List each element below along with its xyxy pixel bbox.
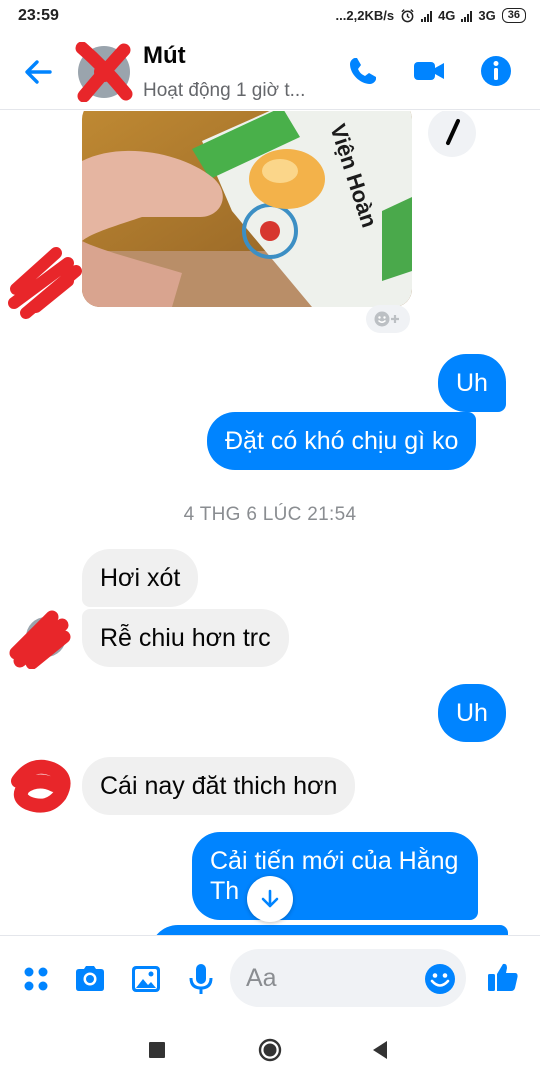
video-camera-icon[interactable] (412, 54, 446, 88)
add-reaction-icon (374, 311, 399, 327)
message-list[interactable]: Viện Hoàn Uh Đặt có khó chịu gì ko 4 THG… (0, 111, 540, 935)
recent-apps-icon[interactable] (142, 1035, 172, 1065)
message-bubble-incoming[interactable]: Rễ chiu hơn trc (82, 609, 289, 667)
network-type-2: 3G (478, 8, 496, 23)
status-time: 23:59 (18, 7, 59, 24)
back-arrow-icon[interactable] (20, 54, 56, 90)
gallery-icon[interactable] (129, 962, 163, 996)
signal-icon (421, 10, 433, 22)
menu-dots-icon[interactable] (19, 962, 53, 996)
emoji-icon[interactable] (424, 963, 456, 995)
redaction-scribble (9, 610, 71, 669)
presence-status: Hoạt động 1 giờ t... (143, 80, 306, 101)
add-reaction-button[interactable] (366, 305, 410, 333)
photo-message[interactable]: Viện Hoàn (82, 111, 412, 307)
status-bar: 23:59 ...2,2KB/s 4G 3G 36 (0, 0, 540, 34)
arrow-down-icon (261, 889, 279, 908)
conversation-header: Mút Hoạt động 1 giờ t... (0, 34, 540, 110)
redaction-scribble (8, 247, 82, 319)
microphone-icon[interactable] (184, 962, 218, 996)
message-bubble-outgoing-partial[interactable] (150, 925, 508, 935)
network-speed: ...2,2KB/s (335, 8, 395, 23)
edit-photo-button[interactable] (428, 111, 476, 157)
contact-name[interactable]: Mút (143, 42, 186, 70)
network-type-1: 4G (438, 8, 456, 23)
scroll-to-bottom-button[interactable] (247, 876, 293, 922)
alarm-icon (401, 9, 414, 23)
message-bubble-incoming[interactable]: Cái nay đăt thich hơn (82, 757, 356, 815)
timestamp-divider: 4 THG 6 LÚC 21:54 (183, 504, 357, 525)
message-bubble-outgoing[interactable]: Cải tiến mới của Hằng Th (192, 832, 479, 920)
message-composer (0, 935, 540, 1021)
status-indicators: ...2,2KB/s 4G 3G 36 (336, 8, 526, 23)
message-bubble-outgoing[interactable]: Uh (438, 684, 506, 742)
info-icon[interactable] (479, 54, 513, 88)
home-icon[interactable] (255, 1035, 285, 1065)
avatar[interactable] (74, 42, 134, 102)
pencil-icon (446, 119, 460, 145)
system-navigation-bar (0, 1021, 540, 1080)
phone-icon[interactable] (346, 54, 380, 88)
message-line: Cải tiến mới của Hằng (210, 847, 459, 875)
back-nav-icon[interactable] (365, 1035, 395, 1065)
battery-icon: 36 (501, 8, 526, 23)
message-bubble-outgoing[interactable]: Đặt có khó chịu gì ko (207, 412, 477, 470)
message-bubble-outgoing[interactable]: Uh (438, 354, 506, 412)
thumbs-up-icon[interactable] (486, 960, 520, 994)
signal-icon-2 (461, 10, 473, 22)
redaction-scribble (11, 759, 71, 813)
message-bubble-incoming[interactable]: Hơi xót (82, 549, 199, 607)
camera-icon[interactable] (73, 962, 107, 996)
photo-image: Viện Hoàn (82, 111, 412, 307)
